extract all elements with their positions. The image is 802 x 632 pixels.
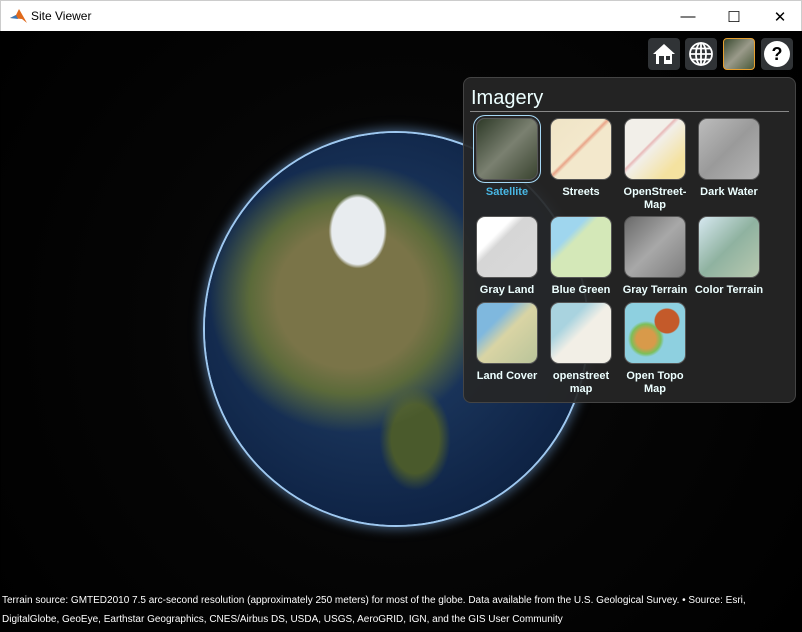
- home-button[interactable]: [648, 38, 680, 70]
- imagery-option-openstreetmap[interactable]: openstreetmap: [543, 302, 619, 396]
- imagery-panel-title: Imagery: [471, 87, 544, 109]
- imagery-option-openstreet-map[interactable]: OpenStreet-Map: [617, 118, 693, 212]
- imagery-thumbnail: [624, 118, 686, 180]
- maximize-button[interactable]: ☐: [711, 1, 757, 32]
- window-title: Site Viewer: [31, 9, 92, 23]
- imagery-thumbnail: [476, 302, 538, 364]
- imagery-option-streets[interactable]: Streets: [543, 118, 619, 199]
- imagery-thumbnail: [698, 118, 760, 180]
- attribution-text: Terrain source: GMTED2010 7.5 arc-second…: [2, 595, 746, 625]
- help-button[interactable]: ?: [761, 38, 793, 70]
- imagery-label: Blue Green: [551, 284, 611, 296]
- help-icon: ?: [764, 41, 790, 67]
- imagery-label: Streets: [562, 186, 600, 198]
- close-button[interactable]: ✕: [757, 1, 802, 32]
- imagery-option-land-cover[interactable]: Land Cover: [469, 302, 545, 383]
- imagery-label: Gray Terrain: [622, 284, 688, 296]
- imagery-option-open-topo-map[interactable]: Open Topo Map: [617, 302, 693, 396]
- minimize-button[interactable]: —: [665, 1, 711, 32]
- imagery-label: Gray Land: [479, 284, 535, 296]
- home-icon: [653, 44, 675, 64]
- imagery-option-blue-green[interactable]: Blue Green: [543, 216, 619, 297]
- imagery-thumbnail: [550, 216, 612, 278]
- imagery-thumbnail: [624, 216, 686, 278]
- imagery-label: OpenStreet-Map: [623, 186, 687, 211]
- imagery-label: Land Cover: [476, 370, 538, 382]
- imagery-thumbnail: [476, 216, 538, 278]
- imagery-option-dark-water[interactable]: Dark Water: [691, 118, 767, 199]
- imagery-label: Color Terrain: [694, 284, 764, 296]
- imagery-thumbnail: [476, 118, 538, 180]
- imagery-option-gray-terrain[interactable]: Gray Terrain: [617, 216, 693, 297]
- globe-button[interactable]: [685, 38, 717, 70]
- imagery-panel: Imagery Satellite Streets OpenStreet-Map Da…: [463, 77, 796, 403]
- divider: [470, 111, 789, 112]
- globe-icon: [689, 42, 713, 66]
- imagery-label: Open Topo Map: [626, 370, 684, 395]
- imagery-thumbnail: [698, 216, 760, 278]
- imagery-option-satellite[interactable]: Satellite: [469, 118, 545, 199]
- imagery-button[interactable]: [723, 38, 755, 70]
- title-bar: Site Viewer — ☐ ✕: [0, 0, 802, 31]
- imagery-thumbnail: [550, 302, 612, 364]
- imagery-label: Satellite: [485, 186, 529, 198]
- imagery-thumbnail: [550, 118, 612, 180]
- globe-viewer[interactable]: ? Imagery Satellite Streets OpenStreet-Map…: [1, 31, 801, 631]
- imagery-label: openstreetmap: [552, 370, 610, 395]
- imagery-option-gray-land[interactable]: Gray Land: [469, 216, 545, 297]
- matlab-logo-icon: [10, 9, 27, 23]
- imagery-label: Dark Water: [700, 186, 758, 198]
- imagery-thumbnail: [624, 302, 686, 364]
- imagery-option-color-terrain[interactable]: Color Terrain: [691, 216, 767, 297]
